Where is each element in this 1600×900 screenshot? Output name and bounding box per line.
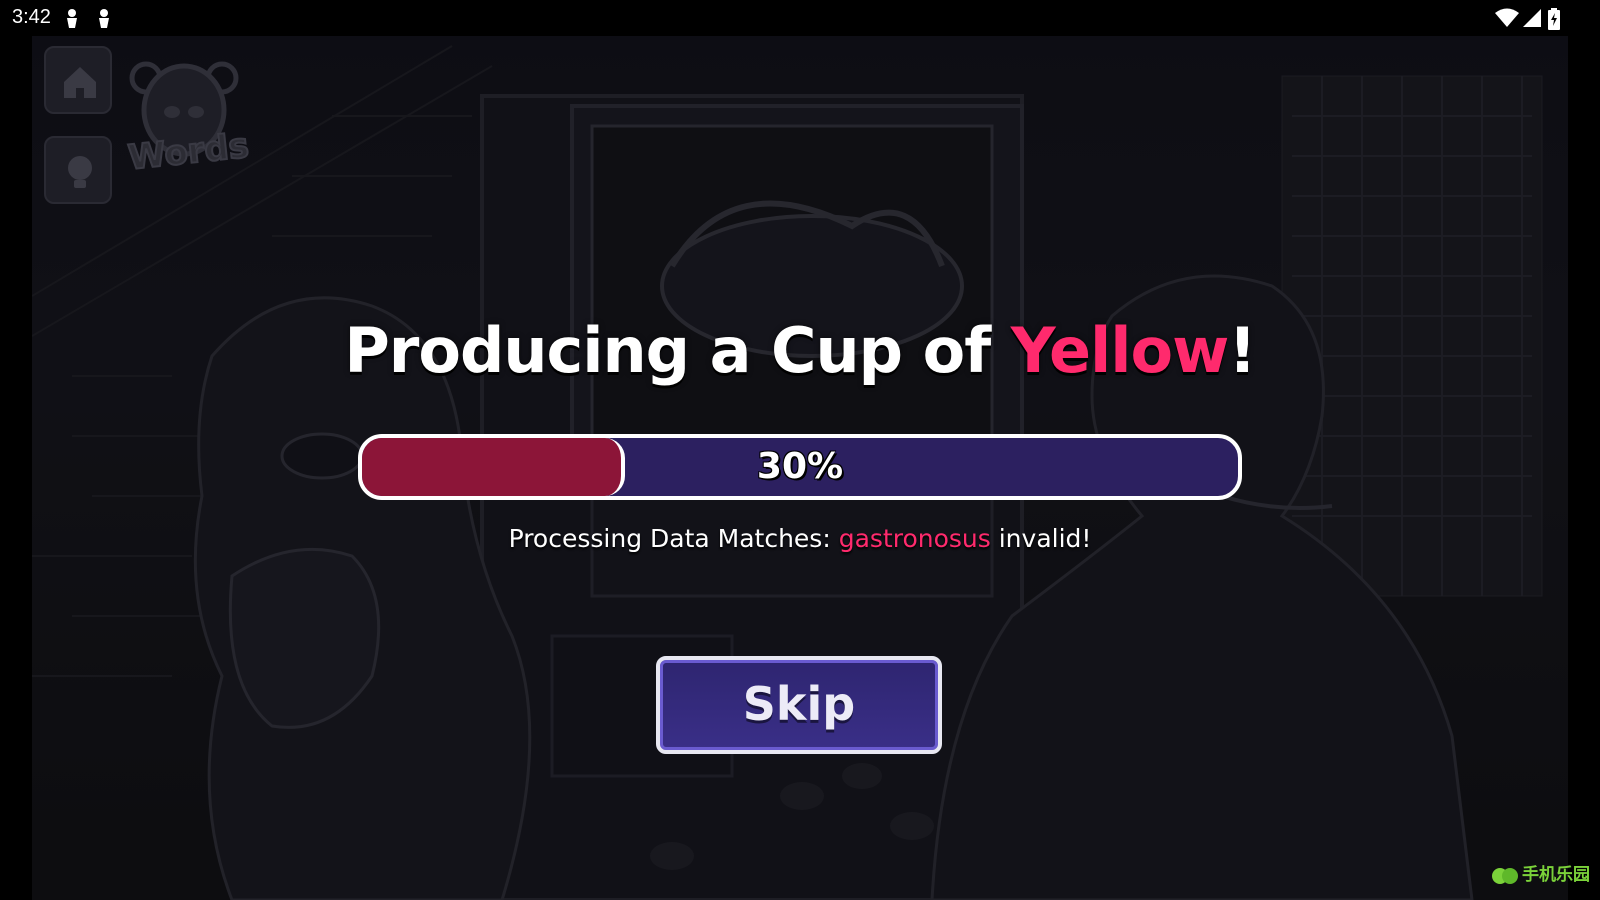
watermark-text: 手机乐园 bbox=[1522, 865, 1590, 885]
home-button[interactable] bbox=[44, 46, 112, 114]
processing-word: gastronosus bbox=[838, 524, 991, 553]
title-color-word: Yellow bbox=[1010, 314, 1230, 387]
cellular-signal-icon bbox=[1522, 8, 1542, 32]
progress-percent-label: 30% bbox=[756, 446, 844, 487]
processing-suffix: invalid! bbox=[990, 524, 1092, 553]
lightbulb-icon bbox=[68, 156, 92, 188]
notification-icon-2 bbox=[96, 8, 112, 34]
producing-title: Producing a Cup of Yellow! bbox=[0, 314, 1600, 387]
wifi-icon bbox=[1494, 8, 1520, 32]
status-time: 3:42 bbox=[12, 6, 51, 28]
processing-prefix: Processing Data Matches: bbox=[508, 524, 839, 553]
processing-status-text: Processing Data Matches: gastronosus inv… bbox=[0, 524, 1600, 553]
home-icon bbox=[64, 67, 96, 98]
skip-button[interactable]: Skip bbox=[656, 656, 942, 754]
title-suffix: ! bbox=[1228, 314, 1256, 387]
notification-icon bbox=[64, 8, 80, 34]
production-progress-bar: 30% bbox=[358, 434, 1242, 500]
hint-button[interactable] bbox=[44, 136, 112, 204]
game-screen: 3:42 Words Producing a Cup of Yellow! 30… bbox=[0, 0, 1600, 900]
battery-icon bbox=[1548, 8, 1560, 34]
title-prefix: Producing a Cup of bbox=[344, 314, 1011, 387]
status-bar: 3:42 bbox=[0, 0, 1600, 36]
watermark-logo-icon bbox=[1492, 868, 1518, 884]
